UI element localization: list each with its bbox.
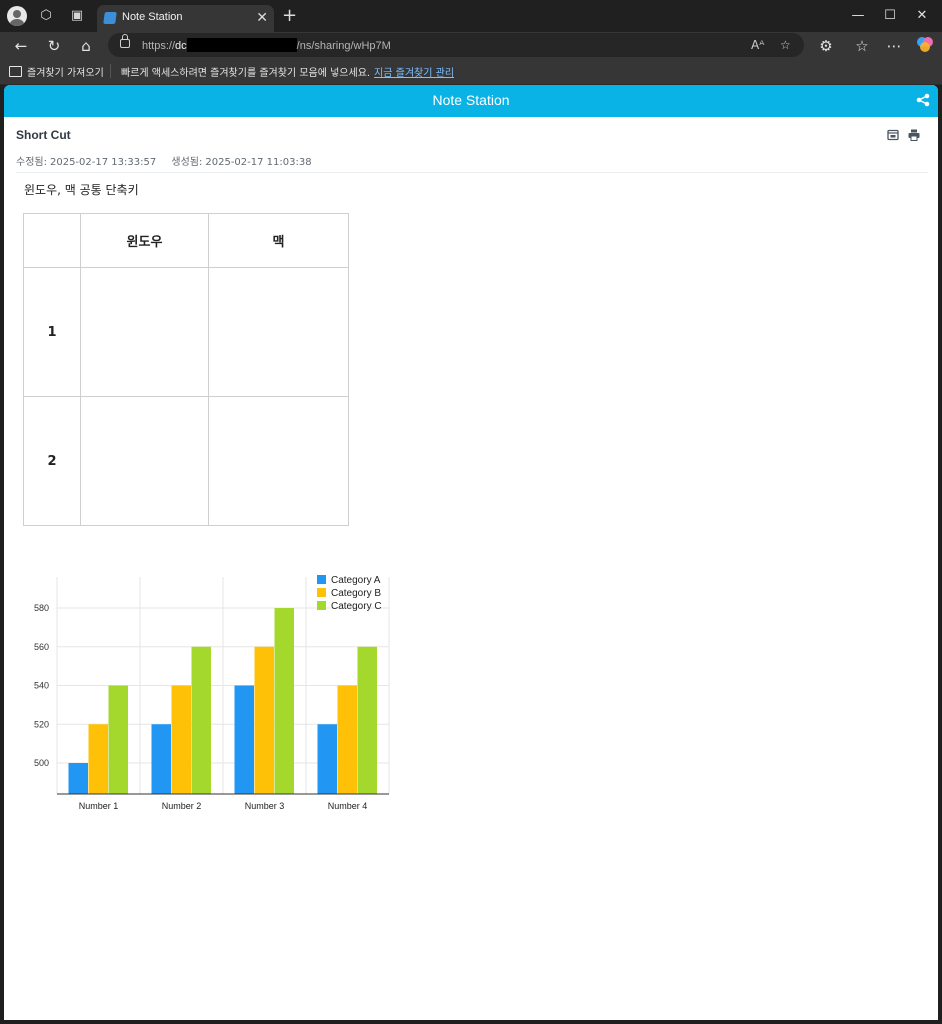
table-header-row: 윈도우 맥: [23, 213, 349, 268]
tab-title: Note Station: [122, 11, 183, 23]
manage-favorites-link[interactable]: 지금 즐겨찾기 관리: [374, 68, 454, 79]
lock-icon: [120, 34, 130, 48]
legend-swatch: [317, 575, 326, 584]
created-label: 생성됨:: [171, 157, 203, 168]
table-header-cell: 윈도우: [80, 213, 209, 268]
bar-category-c: [191, 646, 211, 794]
bar-category-b: [88, 724, 108, 794]
copilot-icon[interactable]: [914, 35, 936, 55]
note-title: Short Cut: [16, 128, 71, 142]
favorites-icon[interactable]: ☆: [851, 36, 873, 56]
close-tab-icon[interactable]: ✕: [256, 9, 268, 27]
bar-category-b: [254, 646, 274, 794]
workspaces-icon[interactable]: ⬡: [36, 6, 56, 26]
extensions-icon[interactable]: ⚙: [815, 36, 837, 56]
modified-label: 수정됨:: [16, 157, 47, 168]
modified-date: 2025-02-17 13:33:57: [49, 157, 157, 168]
legend-swatch: [317, 601, 326, 610]
maximize-icon[interactable]: ☐: [878, 6, 902, 26]
note-subtitle: 윈도우, 맥 공통 단축키: [24, 183, 139, 197]
bar-category-a: [234, 685, 254, 794]
import-favorites-label: 즐겨찾기 가져오기: [27, 68, 104, 79]
bar-category-b: [171, 685, 191, 794]
new-tab-icon[interactable]: +: [282, 6, 297, 26]
print-icon[interactable]: [908, 129, 920, 141]
legend-label: Category B: [331, 588, 381, 599]
url-text[interactable]: https://dc/ns/sharing/wHp7M: [142, 38, 391, 52]
x-tick-label: Number 2: [162, 801, 202, 811]
app-header: Note Station: [4, 85, 938, 117]
bar-category-a: [317, 724, 337, 794]
table-cell: [80, 396, 209, 526]
note-metadata: 수정됨: 2025-02-17 13:33:57 생성됨: 2025-02-17 1…: [16, 153, 324, 168]
bar-category-c: [274, 608, 294, 794]
home-icon[interactable]: ⌂: [75, 36, 97, 56]
url-host: dc: [175, 40, 187, 52]
app-title: Note Station: [432, 92, 510, 108]
favorites-divider: [110, 64, 111, 78]
legend-label: Category C: [331, 601, 382, 612]
favorites-bar: 즐겨찾기 가져오기 빠르게 액세스하려면 즐겨찾기를 즐겨찾기 모음에 넣으세요…: [0, 59, 942, 85]
browser-toolbar: ← ↻ ⌂ https://dc/ns/sharing/wHp7M Aᴬ ☆ ⚙…: [0, 32, 942, 59]
table-header-cell: 맥: [208, 213, 349, 268]
created-info: 생성됨: 2025-02-17 11:03:38: [171, 157, 311, 168]
table-cell: [208, 396, 349, 526]
modified-info: 수정됨: 2025-02-17 13:33:57: [16, 157, 156, 168]
bar-chart: 500 520 540 560 580 Number 1 Number 2 Number 3 N…: [34, 575, 390, 811]
bar-category-c: [357, 646, 377, 794]
read-aloud-icon[interactable]: Aᴬ: [751, 36, 764, 54]
shortcut-table: 윈도우 맥 1 2: [23, 213, 349, 526]
y-tick-label: 560: [34, 642, 49, 652]
more-menu-icon[interactable]: ⋯: [883, 36, 905, 56]
close-window-icon[interactable]: ✕: [910, 6, 934, 26]
legend-swatch: [317, 588, 326, 597]
created-date: 2025-02-17 11:03:38: [205, 157, 312, 168]
minimize-icon[interactable]: —: [846, 6, 870, 26]
url-path: /ns/sharing/wHp7M: [296, 40, 391, 52]
back-icon[interactable]: ←: [10, 36, 32, 56]
x-tick-label: Number 4: [328, 801, 368, 811]
bar-category-b: [337, 685, 357, 794]
table-cell: [80, 267, 209, 397]
x-tick-label: Number 3: [245, 801, 285, 811]
tab-strip: ⬡ ▣ Note Station ✕ + — ☐ ✕: [0, 0, 942, 32]
bar-category-c: [108, 685, 128, 794]
legend-label: Category A: [331, 575, 381, 586]
tab-actions-icon[interactable]: ▣: [67, 6, 87, 26]
favorites-message: 빠르게 액세스하려면 즐겨찾기를 즐겨찾기 모음에 넣으세요. 지금 즐겨찾기 관…: [121, 64, 454, 79]
favorite-star-icon[interactable]: ☆: [780, 36, 791, 54]
y-tick-label: 540: [34, 681, 49, 691]
table-header-cell: [23, 213, 81, 268]
table-row: 2: [23, 396, 349, 526]
import-favorites-button[interactable]: 즐겨찾기 가져오기: [9, 64, 104, 79]
address-bar[interactable]: https://dc/ns/sharing/wHp7M Aᴬ ☆: [108, 33, 804, 57]
url-prefix: https://: [142, 40, 176, 52]
table-cell: 1: [23, 267, 81, 397]
active-tab[interactable]: Note Station ✕: [97, 5, 274, 32]
table-cell: 2: [23, 396, 81, 526]
table-row: 1: [23, 267, 349, 397]
share-icon[interactable]: [916, 93, 930, 107]
y-tick-label: 500: [34, 758, 49, 768]
bar-category-a: [151, 724, 171, 794]
header-divider: [16, 172, 928, 173]
table-cell: [208, 267, 349, 397]
y-tick-label: 520: [34, 719, 49, 729]
bar-category-a: [68, 763, 88, 794]
note-station-favicon-icon: [103, 12, 117, 24]
y-tick-label: 580: [34, 603, 49, 613]
favorites-message-text: 빠르게 액세스하려면 즐겨찾기를 즐겨찾기 모음에 넣으세요.: [121, 68, 371, 79]
refresh-icon[interactable]: ↻: [43, 36, 65, 56]
note-page: Note Station Short Cut 수정됨: 2025-02-17 13…: [4, 85, 938, 1020]
folder-icon: [9, 66, 22, 77]
export-icon[interactable]: [887, 129, 899, 141]
profile-avatar-icon[interactable]: [7, 6, 27, 26]
redaction-block: [186, 38, 297, 52]
x-tick-label: Number 1: [79, 801, 119, 811]
